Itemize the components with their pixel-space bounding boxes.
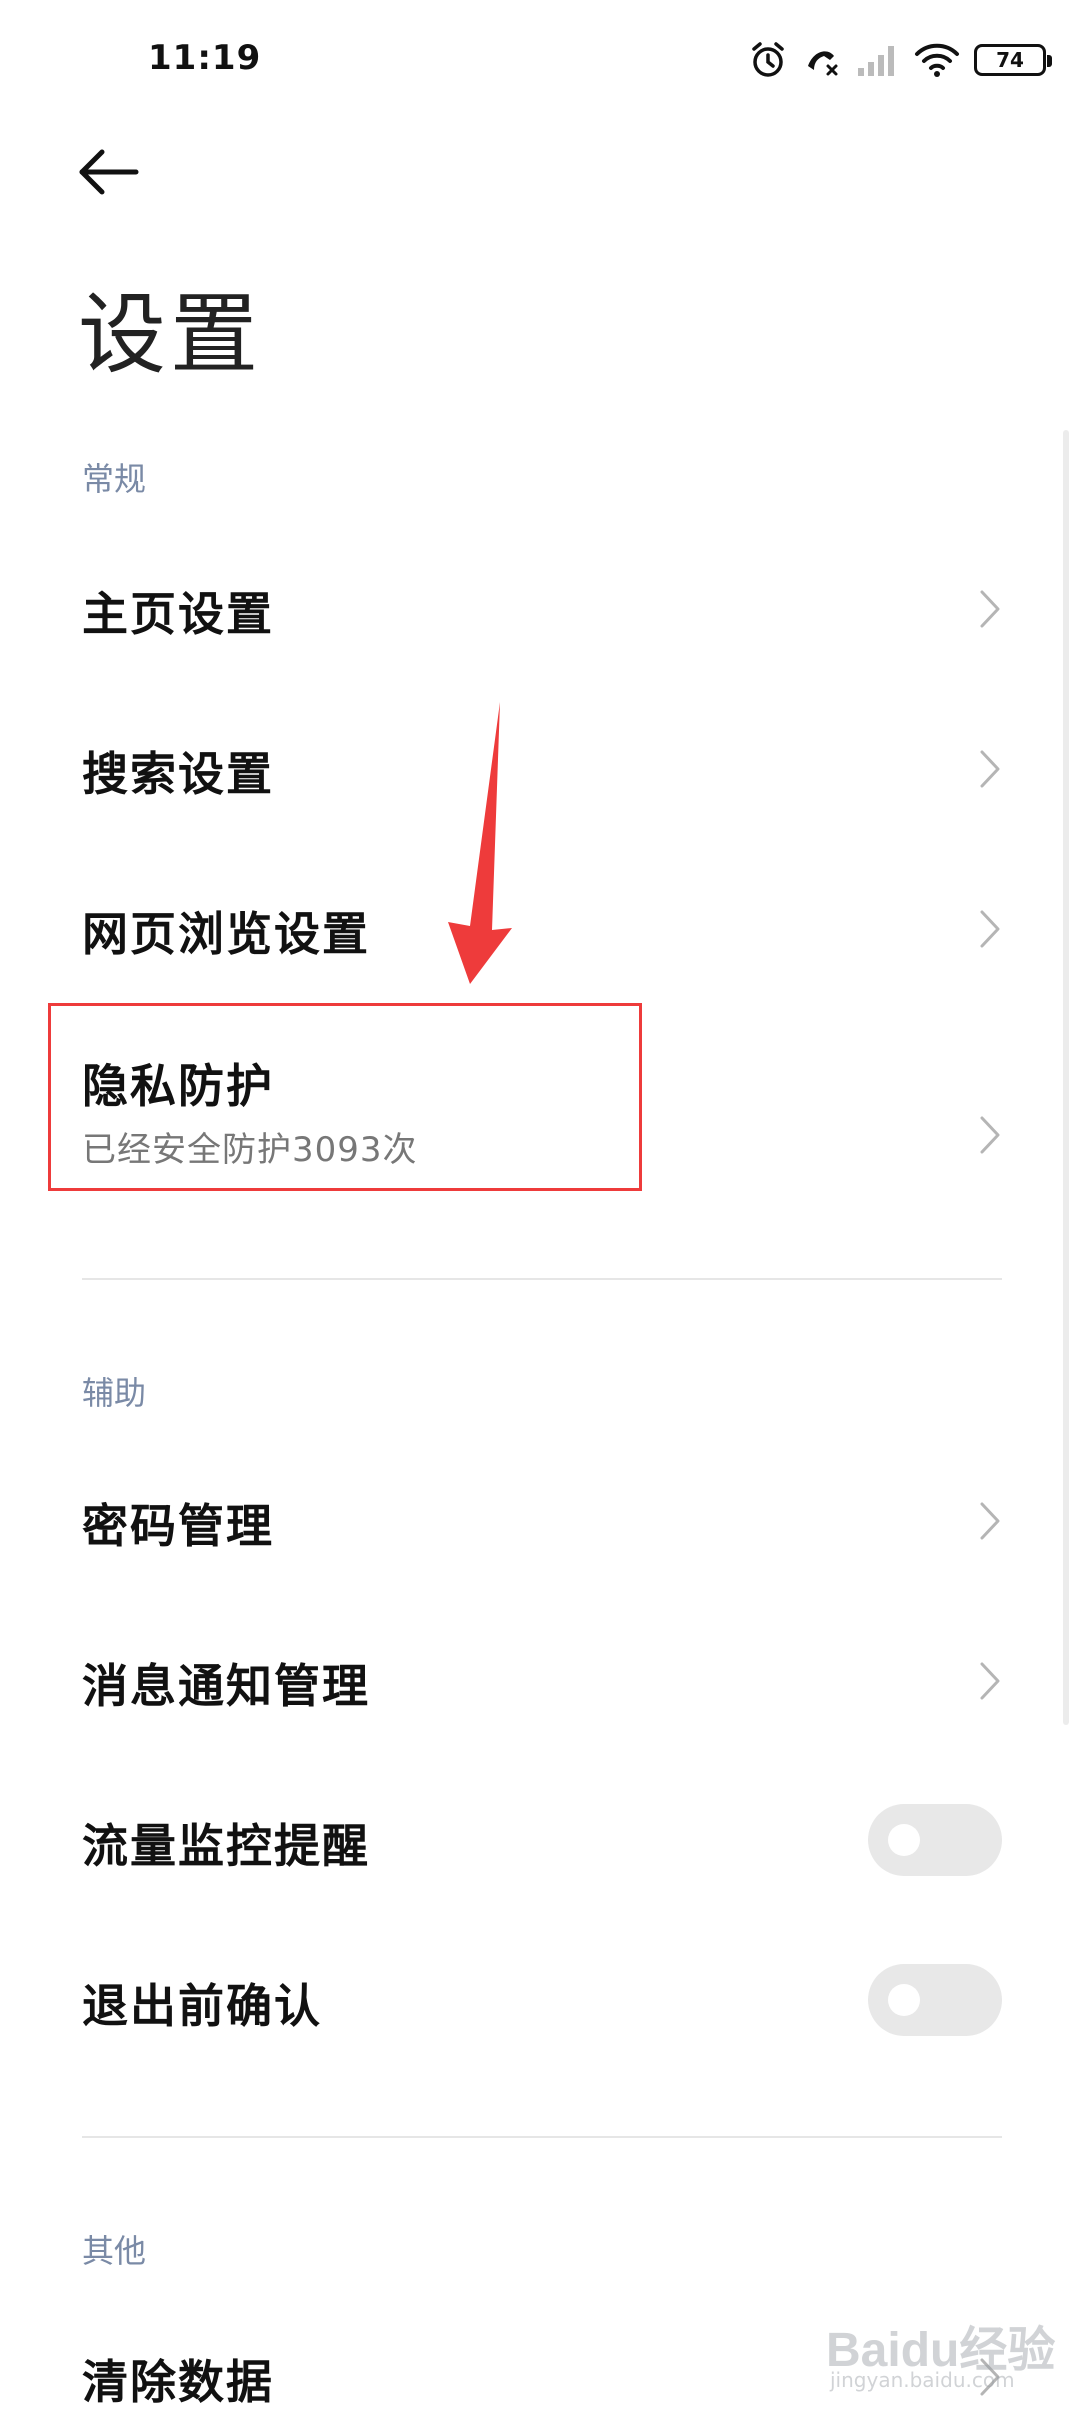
settings-item-label: 退出前确认 [82, 1979, 322, 2033]
chevron-right-icon [980, 590, 1000, 628]
back-button[interactable] [68, 132, 148, 212]
settings-item-label: 清除数据 [82, 2355, 274, 2409]
status-icons: 74 [748, 36, 1052, 84]
traffic-monitor-toggle[interactable] [868, 1804, 1002, 1876]
settings-item-label: 流量监控提醒 [82, 1819, 370, 1873]
section-divider [82, 1278, 1002, 1280]
settings-item-label: 搜索设置 [82, 747, 274, 801]
missed-call-icon [808, 51, 838, 76]
status-bar: 11:19 74 [0, 0, 1080, 120]
section-header-assist: 辅助 [82, 1374, 147, 1412]
page-title: 设置 [78, 283, 263, 386]
battery-level: 74 [996, 48, 1024, 72]
annotation-arrow-icon [448, 702, 512, 984]
settings-item-search[interactable]: 搜索设置 [0, 720, 1060, 816]
settings-item-label: 主页设置 [82, 587, 274, 641]
battery-icon: 74 [974, 44, 1052, 76]
alarm-icon [752, 42, 784, 77]
wifi-icon [915, 43, 959, 77]
settings-item-notifications[interactable]: 消息通知管理 [0, 1632, 1060, 1728]
section-divider [82, 2136, 1002, 2138]
chevron-right-icon [980, 1502, 1000, 1540]
watermark: Baidu经验 jingyan.baidu.com [826, 2310, 1066, 2400]
section-header-general: 常规 [82, 460, 147, 498]
settings-item-passwords[interactable]: 密码管理 [0, 1472, 1060, 1568]
watermark-url: jingyan.baidu.com [830, 2368, 1015, 2392]
chevron-right-icon [980, 1116, 1000, 1154]
toggle-knob [888, 1984, 920, 2016]
chevron-right-icon [980, 910, 1000, 948]
settings-item-label: 消息通知管理 [82, 1659, 370, 1713]
scrollbar[interactable] [1063, 430, 1069, 1725]
settings-item-browsing[interactable]: 网页浏览设置 [0, 880, 1060, 976]
status-time: 11:19 [148, 38, 262, 78]
annotation-highlight-box [48, 1003, 642, 1191]
exit-confirm-toggle[interactable] [868, 1964, 1002, 2036]
section-header-other: 其他 [82, 2232, 147, 2270]
settings-item-label: 密码管理 [82, 1499, 274, 1553]
settings-item-label: 网页浏览设置 [82, 907, 370, 961]
toggle-knob [888, 1824, 920, 1856]
settings-item-exit-confirm: 退出前确认 [0, 1952, 1060, 2048]
settings-item-home[interactable]: 主页设置 [0, 560, 1060, 656]
chevron-right-icon [980, 750, 1000, 788]
back-arrow-icon [79, 149, 139, 195]
chevron-right-icon [980, 1662, 1000, 1700]
settings-item-traffic-monitor: 流量监控提醒 [0, 1792, 1060, 1888]
signal-icon [858, 46, 894, 76]
